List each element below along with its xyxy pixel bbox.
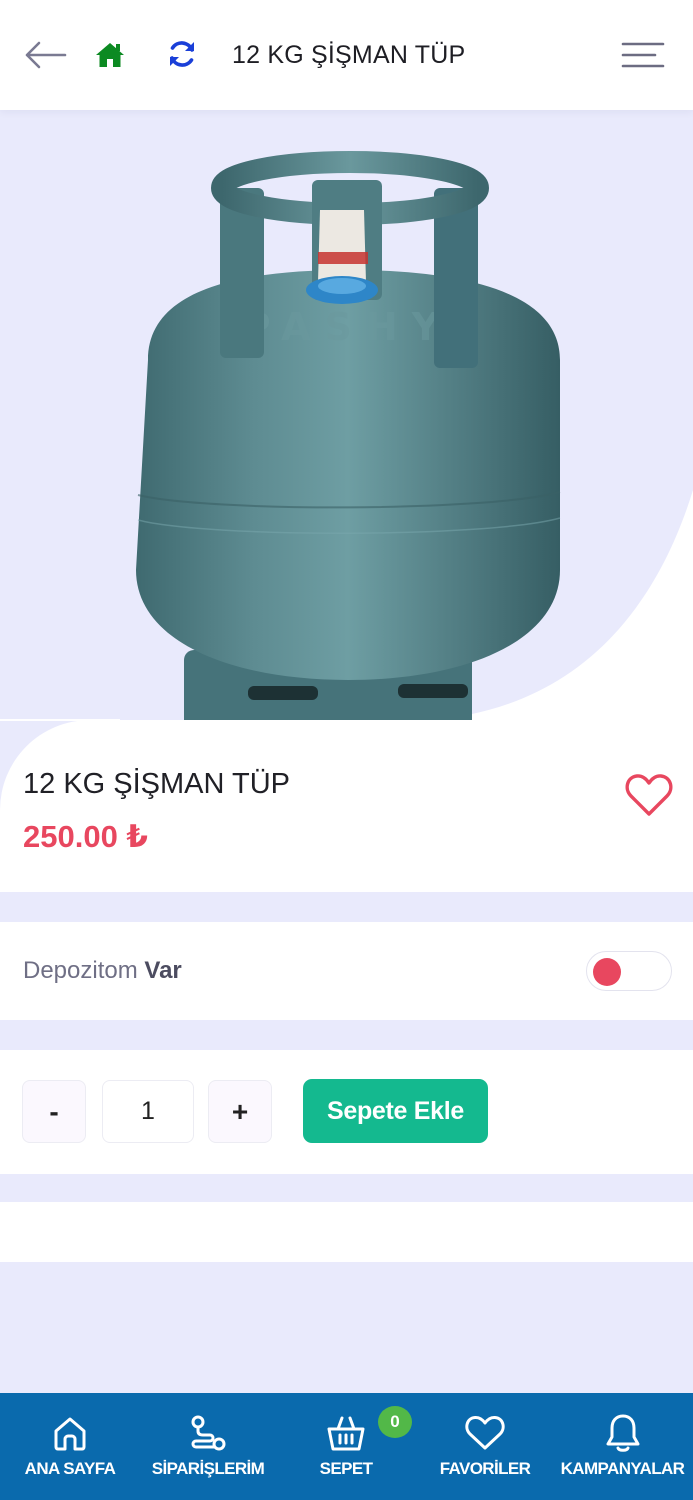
nav-label-cart: SEPET <box>319 1459 373 1478</box>
bottom-navigation: ANA SAYFA SİPARİŞLERİM SEPET FAVORİLER K… <box>0 1393 693 1500</box>
nav-label-home: ANA SAYFA <box>24 1459 116 1478</box>
route-icon <box>188 1413 228 1453</box>
home-outline-icon <box>50 1413 90 1453</box>
page-title: 12 KG ŞİŞMAN TÜP <box>232 41 466 69</box>
home-icon[interactable] <box>94 40 126 70</box>
menu-icon[interactable] <box>620 38 666 72</box>
deposit-value: Var <box>144 957 182 984</box>
heart-outline-icon[interactable] <box>622 770 676 820</box>
nav-label-campaigns: KAMPANYALAR <box>560 1459 685 1478</box>
quantity-decrease-button[interactable]: - <box>22 1080 86 1143</box>
nav-item-favorites[interactable]: FAVORİLER <box>432 1393 538 1500</box>
bell-icon <box>603 1413 643 1453</box>
product-price: 250.00 ₺ <box>23 819 148 854</box>
product-image-area: PASHY <box>0 110 693 720</box>
nav-label-orders: SİPARİŞLERİM <box>151 1459 265 1478</box>
svg-text:PASHY: PASHY <box>243 305 453 349</box>
empty-section <box>0 1202 693 1262</box>
product-name: 12 KG ŞİŞMAN TÜP <box>23 768 290 800</box>
heart-outline-icon <box>465 1413 505 1453</box>
nav-item-campaigns[interactable]: KAMPANYALAR <box>552 1393 693 1500</box>
deposit-label-text: Depozitom <box>23 957 138 984</box>
toggle-knob <box>593 958 621 986</box>
refresh-icon[interactable] <box>166 38 198 70</box>
gas-cylinder-icon: PASHY <box>136 151 561 720</box>
nav-label-favorites: FAVORİLER <box>439 1459 531 1478</box>
deposit-toggle[interactable] <box>586 951 672 991</box>
deposit-label: Depozitom Var <box>23 954 182 988</box>
add-to-cart-button[interactable]: Sepete Ekle <box>303 1079 488 1143</box>
nav-item-orders[interactable]: SİPARİŞLERİM <box>142 1393 274 1500</box>
nav-item-cart[interactable]: SEPET <box>300 1393 392 1500</box>
nav-item-home[interactable]: ANA SAYFA <box>14 1393 126 1500</box>
cart-count-badge: 0 <box>378 1406 412 1438</box>
quantity-input[interactable] <box>102 1080 194 1143</box>
app-header: 12 KG ŞİŞMAN TÜP <box>0 0 693 110</box>
product-info-card: 12 KG ŞİŞMAN TÜP 250.00 ₺ <box>0 719 693 892</box>
arrow-left-icon[interactable] <box>22 36 68 74</box>
quantity-increase-button[interactable]: + <box>208 1080 272 1143</box>
basket-icon <box>326 1413 366 1453</box>
